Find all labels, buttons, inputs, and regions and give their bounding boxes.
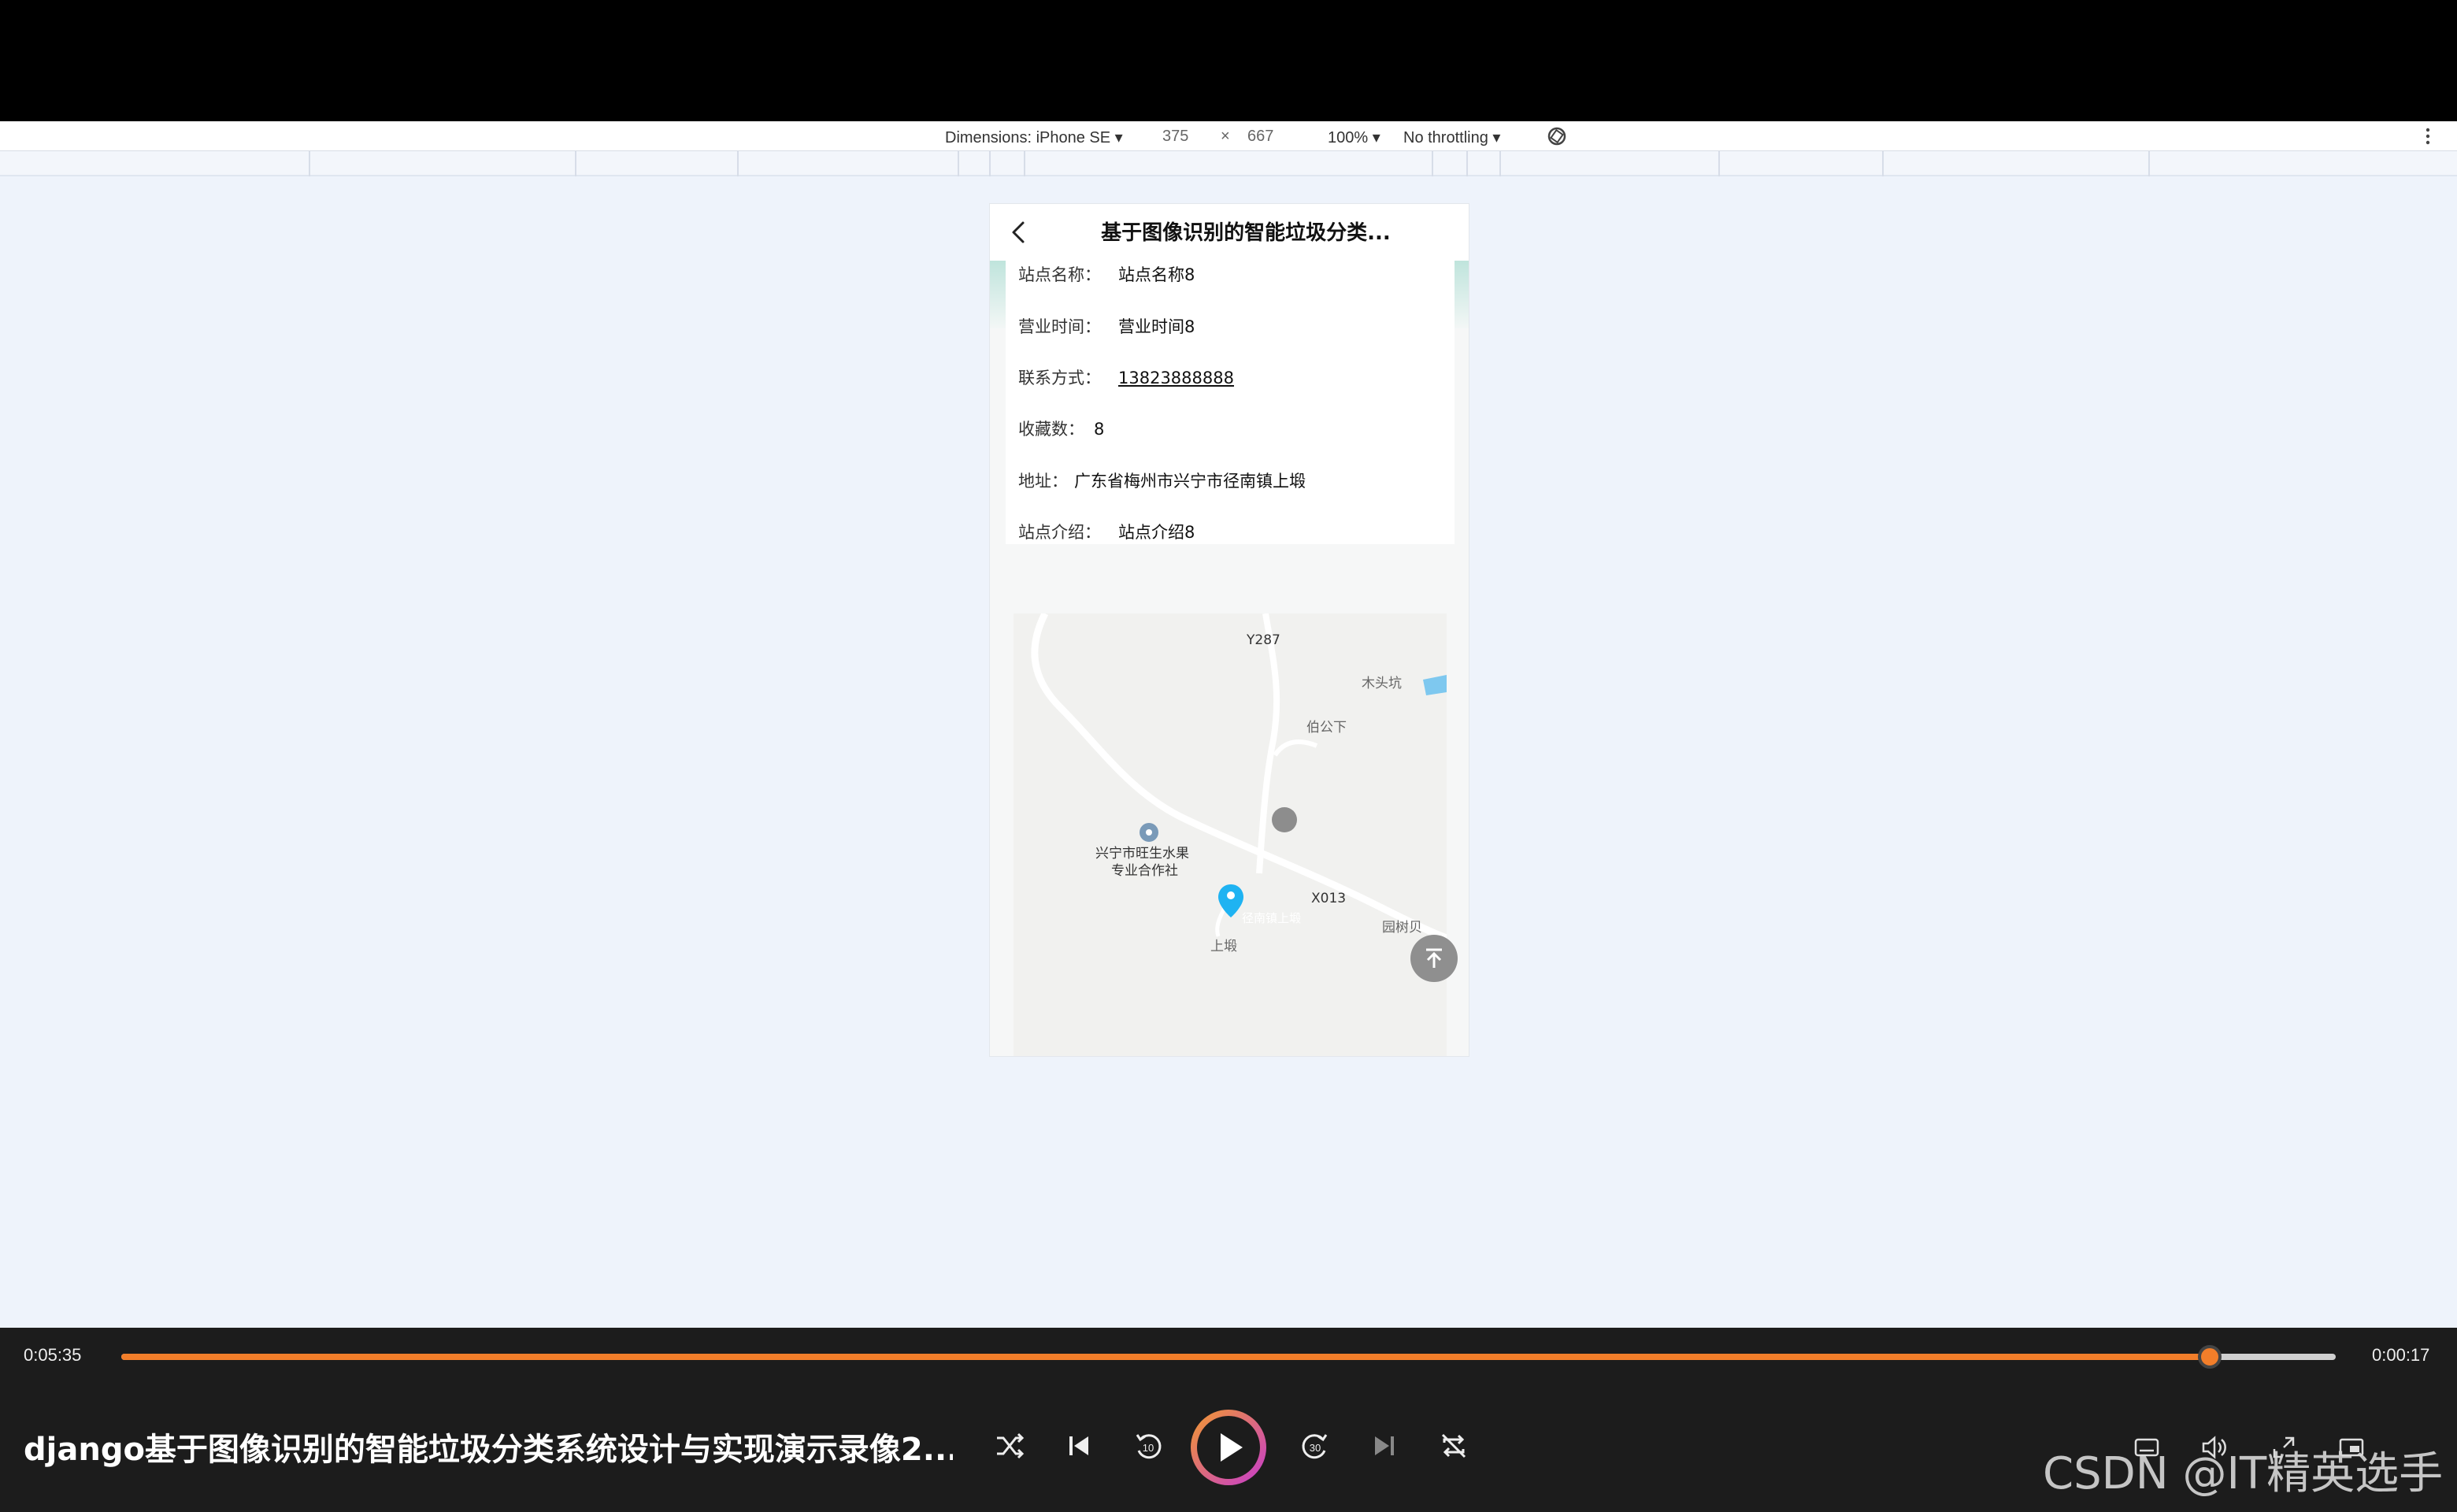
rewind-10-icon[interactable]: 10 [1129,1427,1167,1465]
ruler-segment [1432,151,1433,176]
info-label: 联系方式： [1018,369,1101,387]
location-map[interactable]: Y287 木头坑 伯公下 兴宁市旺生水果 专业合作社 X013 园树贝 上塅 径… [1014,613,1447,1056]
screen: Dimensions: iPhone SE ▾ 375 × 667 100% ▾… [0,0,2457,1512]
map-label: 伯公下 [1306,720,1347,736]
dimensions-select[interactable]: Dimensions: iPhone SE ▾ [945,128,1123,147]
throttling-select[interactable]: No throttling ▾ [1403,128,1500,147]
ruler-segment [2148,151,2150,176]
ruler-segment [309,151,310,176]
map-label: 专业合作社 [1111,863,1178,879]
current-time: 0:05:35 [24,1345,82,1365]
height-input[interactable]: 667 [1247,128,1273,146]
info-row-address: 地址： 广东省梅州市兴宁市径南镇上塅 [1018,469,1306,492]
watermark: CSDN @IT精英选手 [2043,1448,2444,1499]
video-player-bar: 0:05:35 0:00:17 django基于图像识别的智能垃圾分类系统设计与… [0,1328,2457,1512]
shuffle-icon[interactable] [991,1427,1028,1465]
map-label: 园树贝 [1382,920,1422,936]
progress-bar[interactable] [121,1345,2336,1369]
info-value: 站点名称8 [1118,265,1195,284]
previous-icon[interactable] [1060,1427,1098,1465]
letterbox-top [0,0,2457,121]
page-header: 基于图像识别的智能垃圾分类... [990,204,1469,261]
video-title: django基于图像识别的智能垃圾分类系统设计与实现演示录像2... [24,1432,953,1468]
media-query-ruler [0,151,2457,176]
ruler-segment [989,151,991,176]
info-label: 营业时间： [1018,317,1101,336]
back-arrow-icon[interactable] [1004,217,1036,248]
map-label: 木头坑 [1362,676,1402,691]
ruler-segment [575,151,576,176]
ruler-segment [1024,151,1025,176]
page-title: 基于图像识别的智能垃圾分类... [1101,221,1391,245]
station-info-card: 站点名称： 站点名称8 营业时间： 营业时间8 联系方式： 13823888888 收… [1006,246,1455,544]
more-options-icon[interactable] [2422,126,2433,146]
info-row-phone: 联系方式： 13823888888 [1018,365,1234,389]
ruler-segment [737,151,739,176]
info-label: 站点名称： [1018,265,1101,284]
ruler-segment [1466,151,1468,176]
mobile-page: 基于图像识别的智能垃圾分类... 站点名称： 站点名称8 营业时间： 营业时间8 联… [989,203,1469,1057]
svg-text:10: 10 [1143,1442,1154,1454]
ruler-segment [1499,151,1501,176]
map-label: Y287 [1247,632,1280,648]
info-value: 站点介绍8 [1118,523,1195,542]
play-button[interactable] [1191,1410,1266,1485]
devtools-device-toolbar: Dimensions: iPhone SE ▾ 375 × 667 100% ▾… [0,121,2457,151]
info-row-name: 站点名称： 站点名称8 [1018,262,1195,286]
back-to-top-button[interactable] [1410,935,1458,982]
remaining-time: 0:00:17 [2372,1345,2430,1365]
progress-handle[interactable] [2197,1345,2222,1369]
next-icon[interactable] [1366,1427,1403,1465]
width-input[interactable]: 375 [1162,128,1188,146]
info-label: 收藏数： [1018,420,1084,439]
info-label: 地址： [1018,472,1068,491]
info-value: 营业时间8 [1118,317,1195,336]
rotate-icon[interactable] [1545,124,1569,148]
play-button-inner [1197,1416,1260,1479]
map-label: X013 [1311,891,1347,906]
phone-link[interactable]: 13823888888 [1118,369,1234,387]
ruler-segment [958,151,959,176]
times-sign: × [1221,128,1230,145]
zoom-select[interactable]: 100% ▾ [1328,128,1380,147]
map-label: 上塅 [1210,939,1237,954]
progress-fill [121,1354,2210,1360]
arrow-up-icon [1426,948,1442,968]
info-row-hours: 营业时间： 营业时间8 [1018,314,1195,338]
loop-off-icon[interactable] [1435,1427,1473,1465]
map-label: 径南镇上塅 [1242,911,1302,925]
info-value: 8 [1094,420,1105,439]
play-icon [1221,1433,1243,1462]
info-row-intro: 站点介绍： 站点介绍8 [1018,520,1195,543]
info-label: 站点介绍： [1018,523,1101,542]
svg-text:30: 30 [1310,1442,1321,1454]
info-row-favorites: 收藏数： 8 [1018,417,1104,440]
forward-30-icon[interactable]: 30 [1296,1427,1334,1465]
ruler-segment [1718,151,1720,176]
ruler-segment [1882,151,1884,176]
info-value: 广东省梅州市兴宁市径南镇上塅 [1074,472,1306,491]
